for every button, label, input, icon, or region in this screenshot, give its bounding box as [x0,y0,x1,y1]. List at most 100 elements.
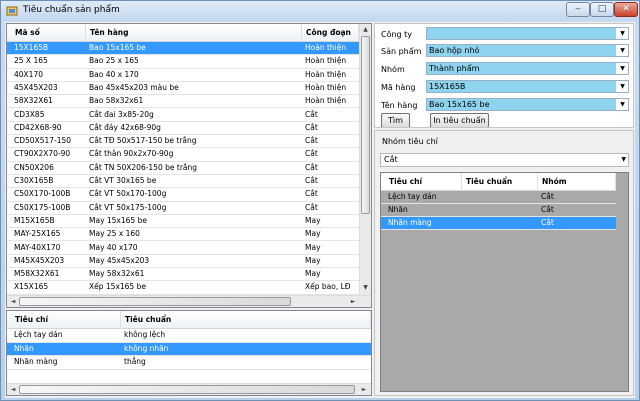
table-row[interactable]: M15X165B May 15x165 be May [7,215,359,229]
table-row[interactable]: Lệch tay dán Cắt [381,191,616,204]
cell-stage: Cắt [305,176,318,185]
column-header-standard[interactable]: Tiêu chuẩn [462,173,538,191]
product-combo[interactable]: Bao hộp nhỏ ▼ [426,44,629,57]
minimize-button[interactable]: ‒ [566,2,590,17]
chevron-down-icon[interactable]: ▼ [618,83,627,90]
cell-code: M58X32X61 [14,269,60,279]
cell-criterion: Nhăn màng [388,218,432,227]
table-row[interactable]: CD3X85 Cắt đai 3x85-20g Cắt [7,109,359,122]
product-horizontal-scrollbar[interactable]: ◄ ► [7,295,371,307]
table-row[interactable]: Lệch tay dán không lệch [7,329,371,343]
scroll-right-arrow-icon[interactable]: ► [348,297,358,307]
cell-stage: Cắt [305,202,318,212]
cell-stage: Xếp bao, LĐ [305,282,351,292]
table-row[interactable]: MAY-40X170 May 40 x170 May [7,242,359,255]
cell-stage: Cắt [305,136,318,146]
scroll-down-arrow-icon[interactable]: ▼ [360,283,371,293]
chevron-down-icon[interactable]: ▼ [618,101,627,108]
cell-code: CT90X2X70-90 [14,149,71,159]
scroll-left-arrow-icon[interactable]: ◄ [8,297,18,307]
criteria-group-grid: Tiêu chí Tiêu chuẩn Nhóm Lệch tay dán Cắt… [380,172,629,392]
table-row[interactable]: 25 X 165 Bao 25 x 165 Hoàn thiện [7,55,359,69]
column-header-name[interactable]: Tên hàng [86,24,302,42]
cell-stage: May [305,229,321,239]
chevron-down-icon[interactable]: ▼ [621,156,626,163]
column-header-standard[interactable]: Tiêu chuẩn [121,311,371,329]
group-combo[interactable]: Thành phẩm ▼ [426,62,629,75]
group-label: Nhóm [381,65,405,74]
cell-code: C30X165B [14,176,54,185]
column-header-group[interactable]: Nhóm [538,173,616,191]
column-header-criterion[interactable]: Tiêu chí [385,173,462,191]
table-row[interactable]: CT90X2X70-90 Cắt thân 90x2x70-90g Cắt [7,148,359,162]
company-label: Công ty [381,30,413,39]
table-row[interactable]: M58X32X61 May 58x32x61 May [7,268,359,282]
column-header-stage[interactable]: Công đoạn [302,24,359,42]
cell-name: Bao 25 x 165 [89,56,139,66]
table-row[interactable]: 45X45X203 Bao 45x45x203 màu be Hoàn thiện [7,82,359,96]
table-row[interactable]: CD50X517-150 Cắt TĐ 50x517-150 be trắng Cắ… [7,135,359,149]
cell-name: May 25 x 160 [89,229,140,239]
criteria-group-dropdown[interactable]: Cắt ▼ [380,153,629,167]
scroll-left-arrow-icon[interactable]: ◄ [8,385,18,395]
table-row[interactable]: Nhăn không nhăn [7,342,371,356]
cell-name: Bao 15x165 be [89,43,146,52]
cell-criterion: Nhăn màng [14,357,58,366]
item-name-combo[interactable]: Bao 15x165 be ▼ [426,98,629,111]
table-row[interactable]: 58X32X61 Bao 58x32x61 Hoàn thiện [7,95,359,109]
search-button[interactable]: Tìm [381,113,410,127]
scroll-thumb[interactable] [361,36,370,214]
cell-code: 40X170 [14,69,43,79]
table-row[interactable]: C50X175-100B Cắt VT 50x175-100g Cắt [7,202,359,215]
cell-code: CN50X206 [14,162,54,172]
chevron-down-icon[interactable]: ▼ [618,30,627,37]
horizontal-scroll-thumb[interactable] [19,297,291,306]
table-row[interactable]: X15X165 Xếp 15x165 be Xếp bao, LĐ [7,281,359,295]
cell-criterion: Lệch tay dán [14,330,63,339]
cell-stage: Hoàn thiện [305,69,347,79]
table-row[interactable]: C50X170-100B Cắt VT 50x170-100g Cắt [7,188,359,202]
cell-code: C50X170-100B [14,189,71,199]
table-row[interactable]: Nhăn màng Cắt [381,217,616,230]
table-row[interactable]: M45X45X203 May 45x45x203 May [7,255,359,269]
cell-name: Bao 58x32x61 [89,96,144,106]
cell-stage: Hoàn thiện [305,82,347,92]
cell-name: Bao 45x45x203 màu be [89,82,179,92]
product-grid-header: Mã số Tên hàng Công đoạn [7,24,359,42]
table-row[interactable]: Nhăn màng thẳng [7,356,371,370]
criteria-horizontal-scrollbar[interactable]: ◄ ► [7,383,371,395]
criteria-group-grid-header: Tiêu chí Tiêu chuẩn Nhóm [381,173,616,191]
cell-code: CD42X68-90 [14,122,62,132]
cell-group: Cắt [541,205,554,214]
cell-stage: Cắt [305,149,318,159]
table-row[interactable]: C30X165B Cắt VT 30x165 be Cắt [7,175,359,189]
cell-name: Cắt thân 90x2x70-90g [89,149,174,159]
product-vertical-scrollbar[interactable]: ▲ ▼ [359,24,371,295]
company-combo[interactable]: ▼ [426,27,629,40]
cell-stage: Cắt [305,109,318,119]
title-bar[interactable]: Tiêu chuẩn sản phẩm ‒ □ ✕ [1,1,639,21]
cell-code: 15X165B [14,43,49,52]
horizontal-scroll-thumb[interactable] [19,385,355,394]
table-row[interactable]: CD42X68-90 Cắt đáy 42x68-90g Cắt [7,122,359,136]
table-row[interactable]: Nhăn Cắt [381,204,616,217]
cell-stage: May [305,269,321,279]
column-header-criterion[interactable]: Tiêu chí [11,311,121,329]
print-standard-button[interactable]: In tiêu chuẩn [430,113,489,127]
item-code-combo[interactable]: 15X165B ▼ [426,80,629,93]
scroll-up-arrow-icon[interactable]: ▲ [360,25,371,35]
cell-stage: May [305,255,321,265]
table-row[interactable]: 40X170 Bao 40 x 170 Hoàn thiện [7,69,359,82]
maximize-button[interactable]: □ [590,2,614,17]
cell-group: Cắt [541,192,554,201]
close-button[interactable]: ✕ [614,2,638,17]
scroll-right-arrow-icon[interactable]: ► [359,385,369,395]
table-row[interactable]: MAY-25X165 May 25 x 160 May [7,228,359,242]
column-header-code[interactable]: Mã số [11,24,86,42]
chevron-down-icon[interactable]: ▼ [618,47,627,54]
table-row[interactable]: CN50X206 Cắt TN 50X206-150 be trắng Cắt [7,162,359,175]
chevron-down-icon[interactable]: ▼ [618,65,627,72]
table-row[interactable]: 15X165B Bao 15x165 be Hoàn thiện [7,42,359,56]
cell-stage: May [305,242,321,252]
cell-standard: không nhăn [124,343,169,353]
